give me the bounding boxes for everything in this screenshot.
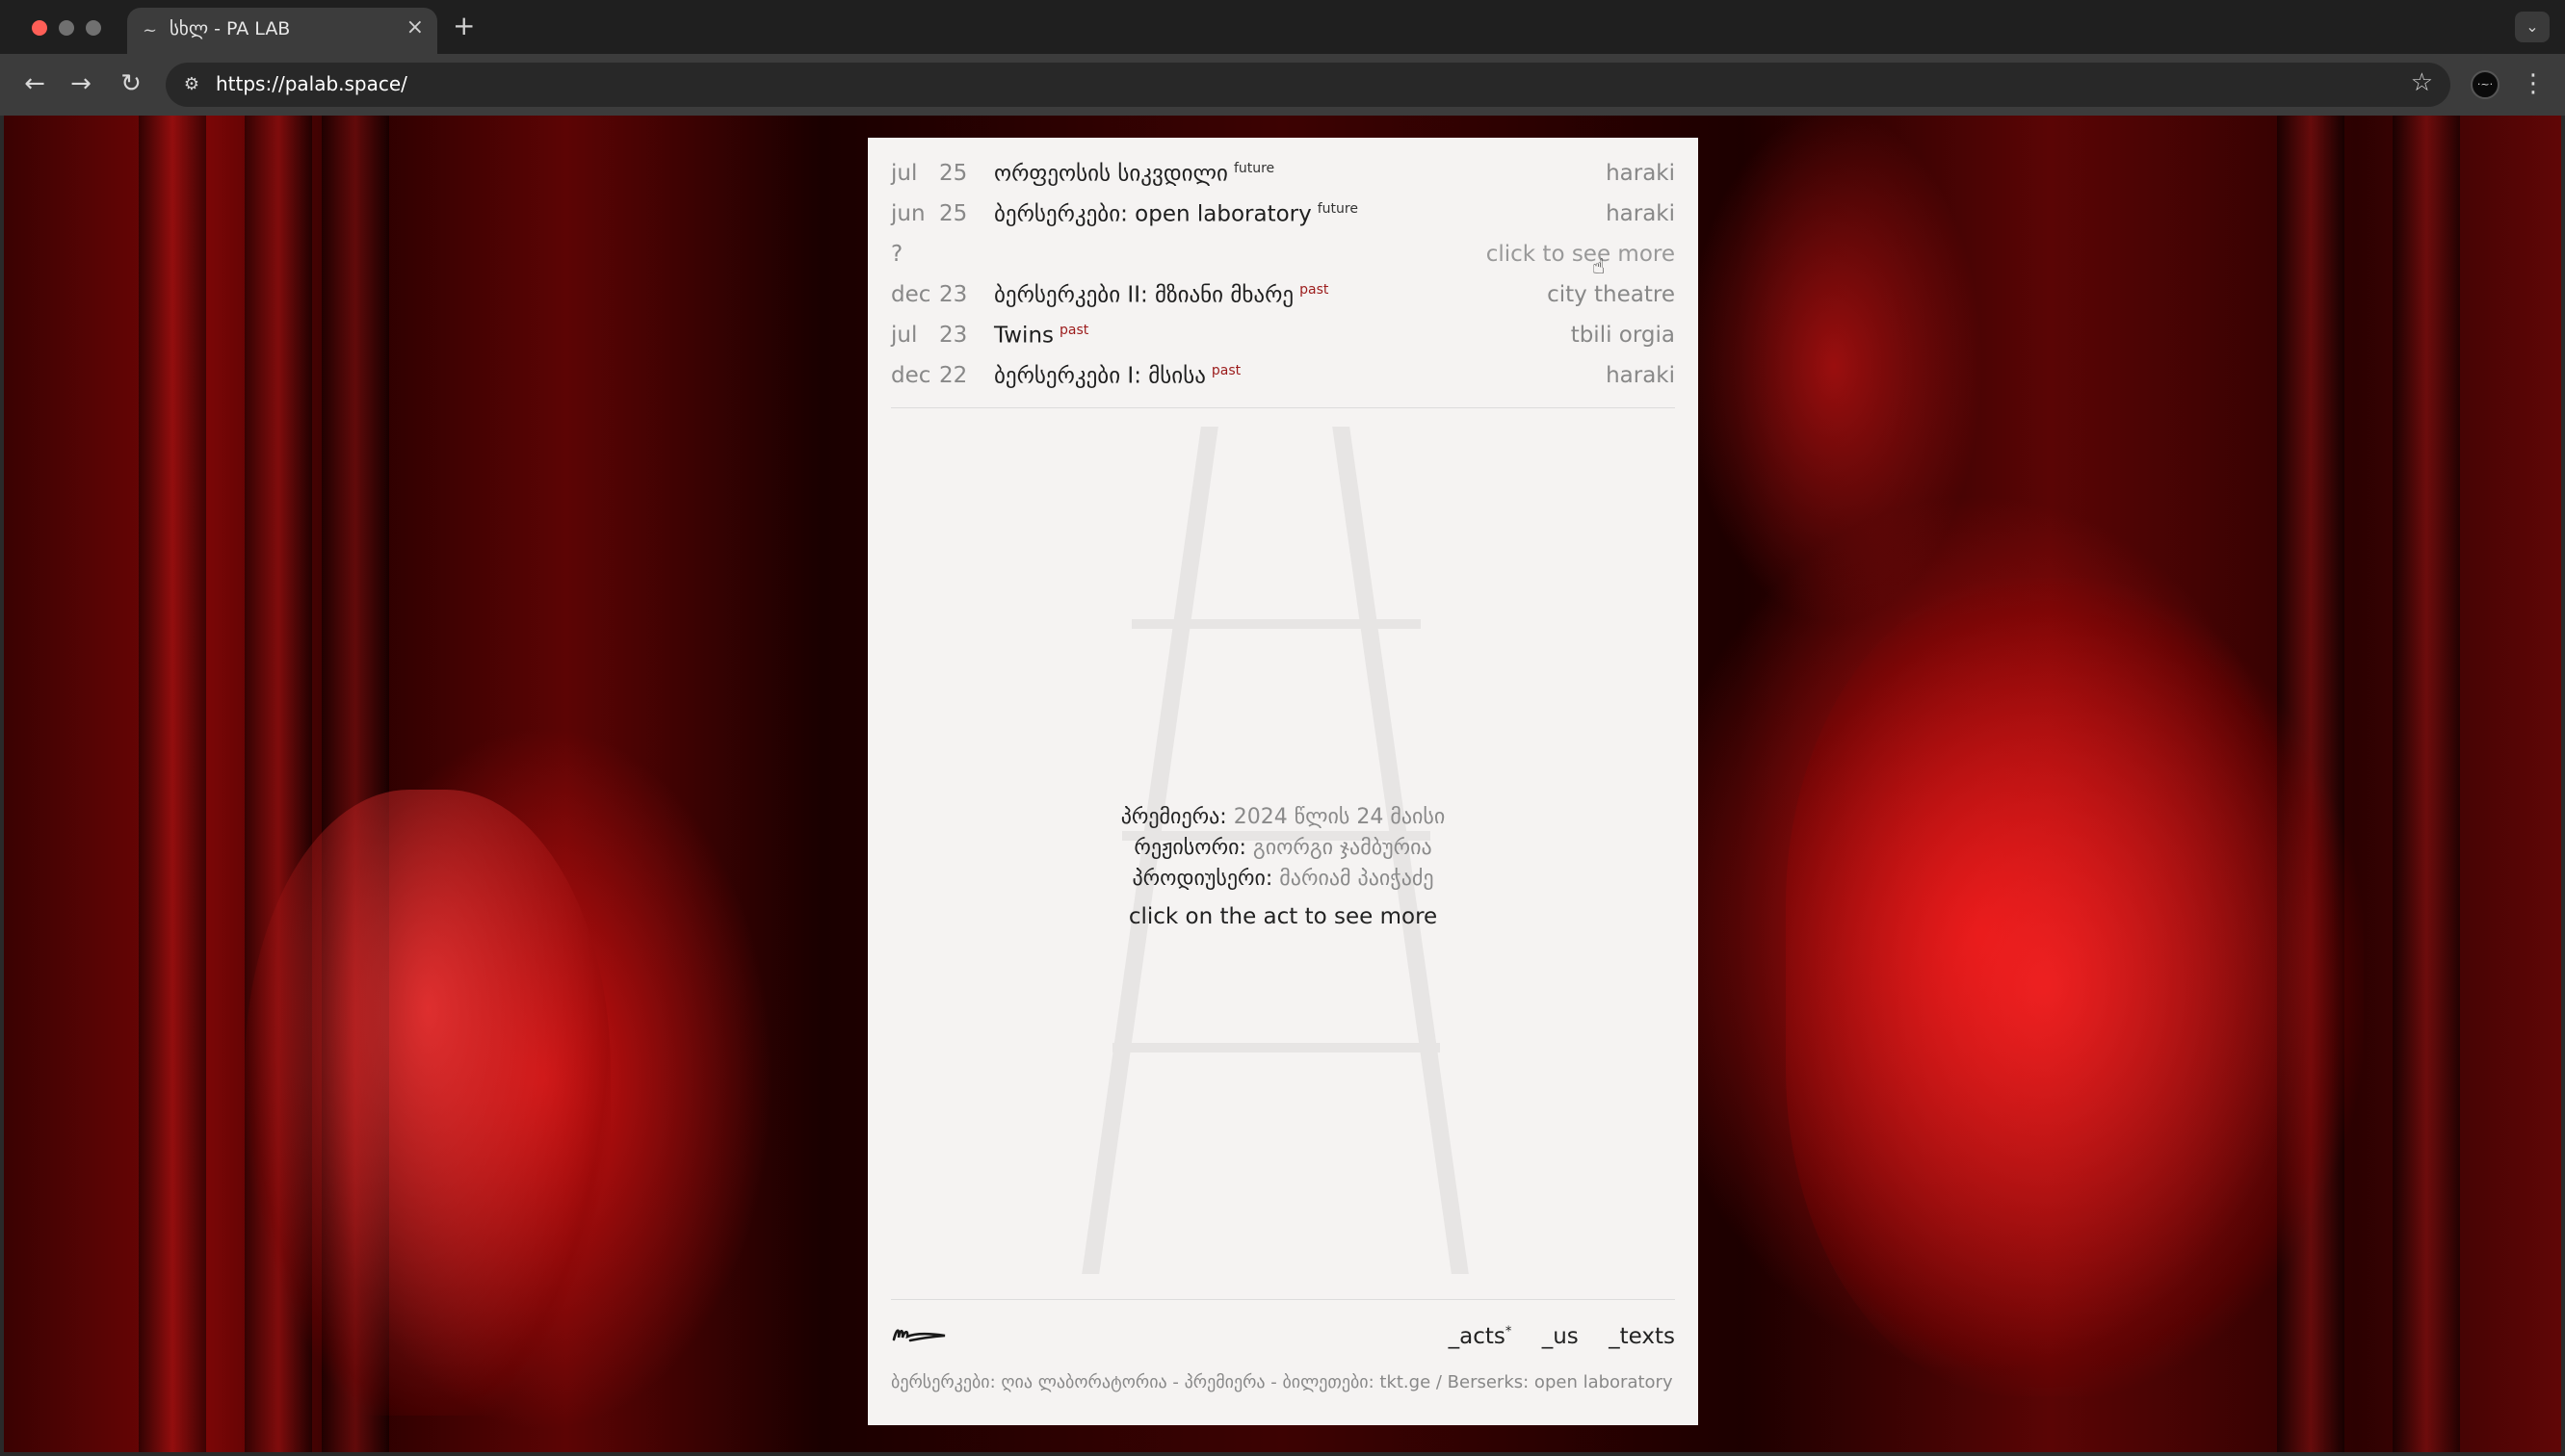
act-credits: პრემიერა: 2024 წლის 24 მაისი რეჟისორი: გ…: [868, 802, 1698, 895]
event-row[interactable]: dec 22 ბერსერკები I: მსისა past haraki: [891, 357, 1675, 398]
close-icon[interactable]: ×: [406, 15, 424, 39]
event-venue: city theatre: [1547, 282, 1675, 307]
back-button[interactable]: ←: [17, 67, 52, 100]
event-status: past: [1211, 363, 1242, 378]
event-title[interactable]: ბერსერკები I: მსისა past: [994, 363, 1241, 389]
act-hint: click on the act to see more: [1128, 904, 1438, 929]
event-status: past: [1299, 282, 1329, 298]
event-venue: tbili orgia: [1570, 323, 1675, 348]
event-year: 23: [939, 282, 968, 307]
event-title-text: ბერსერკები I: მსისა: [994, 363, 1206, 389]
event-status: past: [1060, 323, 1089, 338]
page-background-photo: jul 25 ორფეოსის სიკვდილი future haraki ju…: [4, 116, 2561, 1452]
divider: [891, 407, 1675, 408]
see-more-link[interactable]: click to see more: [1486, 242, 1675, 267]
event-title-text: Twins: [994, 323, 1055, 349]
event-title-text: ბერსერკები II: მზიანი მხარე: [994, 282, 1295, 308]
event-month: jul: [891, 161, 918, 186]
profile-avatar[interactable]: ·~·: [2471, 70, 2500, 99]
premiere-line: პრემიერა: 2024 წლის 24 მაისი: [868, 802, 1698, 833]
active-marker: *: [1505, 1324, 1512, 1339]
browser-menu-icon[interactable]: ⋮: [2521, 67, 2546, 100]
signature-logo[interactable]: [891, 1322, 949, 1347]
event-row[interactable]: jun 25 ბერსერკები: open laboratory future…: [891, 195, 1675, 236]
event-venue: haraki: [1606, 363, 1675, 388]
window-close-button[interactable]: [32, 20, 47, 36]
background-performer-right: [1786, 578, 2364, 1396]
address-bar[interactable]: ⚙ https://palab.space/ ☆: [166, 63, 2450, 107]
producer-label: პროდიუსერი:: [1132, 867, 1273, 891]
event-status: future: [1317, 201, 1358, 217]
nav-acts-label: _acts: [1448, 1324, 1505, 1349]
producer-value: მარიამ პაიჭაძე: [1279, 867, 1434, 891]
event-title-text: ბერსერკები: open laboratory: [994, 201, 1312, 227]
event-venue: haraki: [1606, 161, 1675, 186]
footer: _acts* _us _texts ბერსერკები: ღია ლაბორა…: [891, 1318, 1675, 1395]
producer-line: პროდიუსერი: მარიამ პაიჭაძე: [868, 864, 1698, 895]
browser-toolbar: ← → ↻ ⚙ https://palab.space/ ☆ ·~· ⋮: [0, 54, 2565, 116]
premiere-value: 2024 წლის 24 მაისი: [1233, 805, 1446, 829]
event-title[interactable]: ბერსერკები: open laboratory future: [994, 201, 1358, 227]
event-month: jun: [891, 201, 926, 226]
event-row[interactable]: jul 23 Twins past tbili orgia: [891, 317, 1675, 357]
event-title[interactable]: ორფეოსის სიკვდილი future: [994, 161, 1274, 187]
event-year: 23: [939, 323, 968, 348]
event-month: jul: [891, 323, 918, 348]
window-minimize-button[interactable]: [59, 20, 74, 36]
see-more-row[interactable]: ? click to see more ☝: [891, 236, 1675, 279]
content-panel: jul 25 ორფეოსის სიკვდილი future haraki ju…: [868, 138, 1698, 1425]
event-status: future: [1233, 161, 1275, 176]
event-month: dec: [891, 282, 931, 307]
director-line: რეჟისორი: გიორგი ჯამბურია: [868, 833, 1698, 864]
browser-tab-strip: ~ სხლ - PA LAB × + ⌄: [0, 0, 2565, 54]
event-venue: haraki: [1606, 201, 1675, 226]
events-list: jul 25 ორფეოსის სიკვდილი future haraki ju…: [891, 155, 1675, 398]
event-title-text: ორფეოსის სიკვდილი: [994, 161, 1228, 187]
announcement-ticker[interactable]: ბერსერკები: ღია ლაბორატორია - პრემიერა -…: [891, 1372, 1675, 1392]
footer-nav: _acts* _us _texts: [1426, 1324, 1675, 1349]
event-year: 22: [939, 363, 968, 388]
director-value: გიორგი ჯამბურია: [1252, 836, 1432, 860]
signature-icon: ~: [143, 20, 158, 40]
background-curtain: [2393, 116, 2460, 1452]
nav-acts[interactable]: _acts*: [1449, 1324, 1512, 1349]
more-mark: ?: [891, 242, 903, 267]
forward-button[interactable]: →: [64, 67, 98, 100]
nav-us[interactable]: _us: [1542, 1324, 1579, 1349]
background-performer-left: [245, 790, 611, 1416]
director-label: რეჟისორი:: [1134, 836, 1246, 860]
reload-button[interactable]: ↻: [114, 67, 148, 100]
browser-tab-active[interactable]: ~ სხლ - PA LAB ×: [127, 8, 437, 54]
event-row[interactable]: dec 23 ბერსერკები II: მზიანი მხარე past c…: [891, 276, 1675, 317]
window-maximize-button[interactable]: [86, 20, 101, 36]
event-year: 25: [939, 201, 968, 226]
tab-title: სხლ - PA LAB: [170, 18, 291, 39]
event-row[interactable]: jul 25 ორფეოსის სიკვდილი future haraki: [891, 155, 1675, 195]
event-title[interactable]: ბერსერკები II: მზიანი მხარე past: [994, 282, 1328, 308]
event-title[interactable]: Twins past: [994, 323, 1088, 349]
bookmark-star-icon[interactable]: ☆: [2411, 68, 2433, 97]
url-text: https://palab.space/: [216, 72, 407, 95]
tab-search-button[interactable]: ⌄: [2515, 12, 2550, 42]
nav-texts[interactable]: _texts: [1609, 1324, 1675, 1349]
site-settings-icon[interactable]: ⚙: [177, 70, 206, 99]
new-tab-button[interactable]: +: [453, 10, 475, 41]
event-month: dec: [891, 363, 931, 388]
event-year: 25: [939, 161, 968, 186]
premiere-label: პრემიერა:: [1120, 805, 1227, 829]
background-curtain: [139, 116, 206, 1452]
divider: [891, 1299, 1675, 1300]
